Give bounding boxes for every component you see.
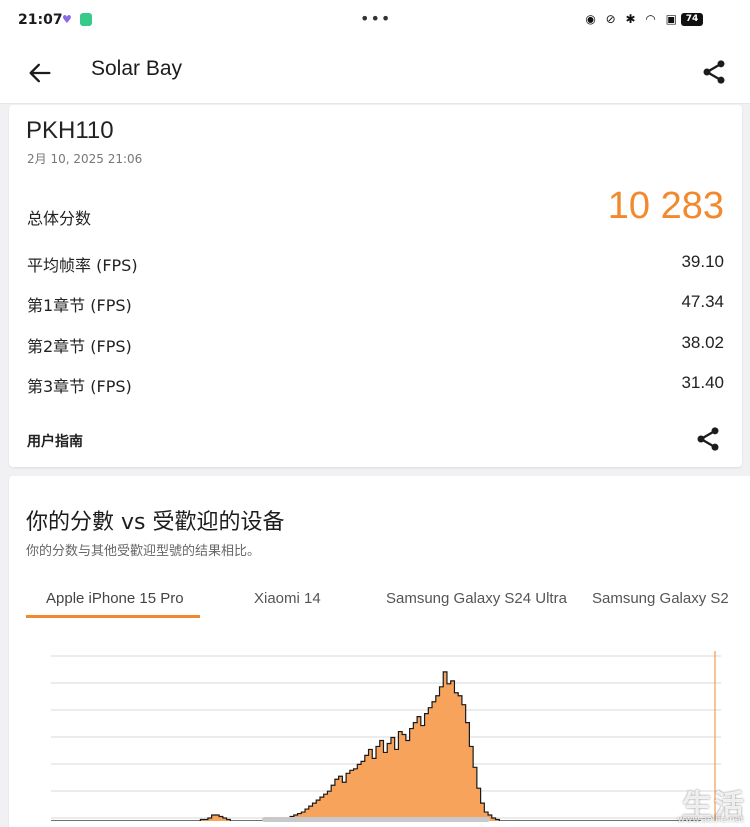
tab-apple-iphone-15-pro[interactable]: Apple iPhone 15 Pro [46, 590, 184, 607]
section1-fps-value: 47.34 [681, 292, 724, 311]
share-icon[interactable] [700, 58, 728, 86]
heart-icon: ♥ [62, 13, 72, 26]
app-bar: Solar Bay [0, 44, 750, 104]
more-dots-icon: ••• [360, 9, 392, 28]
status-bar: 21:07 ♥ ••• ◉ ⊘ ✱ ◠ ▣ 74 [0, 0, 750, 44]
device-name: PKH110 [26, 117, 114, 144]
battery-icon: 74 [681, 13, 703, 26]
section2-fps-label: 第2章节 (FPS) [27, 337, 132, 356]
score-value: 10 283 [607, 185, 724, 227]
active-tab-indicator [26, 615, 200, 618]
tab-samsung-galaxy-s2[interactable]: Samsung Galaxy S2 [592, 590, 729, 607]
share-icon[interactable] [694, 425, 722, 453]
section2-fps-value: 38.02 [681, 333, 724, 352]
avg-fps-value: 39.10 [681, 252, 724, 271]
comparison-title: 你的分數 vs 受歡迎的设备 [26, 510, 285, 535]
score-label: 总体分数 [27, 209, 92, 228]
test-date: 2月 10, 2025 21:06 [27, 152, 143, 166]
watermark-url: www.aelife.net [677, 815, 744, 825]
comparison-card: 你的分數 vs 受歡迎的设备 你的分数与其他受歡迎型號的结果相比。 Apple … [9, 476, 750, 827]
status-time: 21:07 [18, 12, 63, 28]
app-notification-icon [80, 13, 92, 26]
section3-fps-value: 31.40 [681, 373, 724, 392]
score-distribution-chart [51, 651, 721, 821]
back-arrow-icon[interactable] [26, 59, 54, 87]
tab-samsung-galaxy-s24-ultra[interactable]: Samsung Galaxy S24 Ultra [386, 590, 567, 607]
user-guide-link[interactable]: 用户指南 [27, 431, 83, 451]
status-icons: ◉ ⊘ ✱ ◠ ▣ [585, 12, 680, 26]
avg-fps-label: 平均帧率 (FPS) [27, 256, 138, 275]
section1-fps-label: 第1章节 (FPS) [27, 296, 132, 315]
section3-fps-label: 第3章节 (FPS) [27, 377, 132, 396]
result-card: PKH110 2月 10, 2025 21:06 总体分数 10 283 平均帧… [9, 105, 742, 467]
page-title: Solar Bay [91, 57, 183, 80]
home-indicator[interactable] [262, 817, 490, 822]
tab-xiaomi-14[interactable]: Xiaomi 14 [254, 590, 321, 607]
comparison-subtitle: 你的分数与其他受歡迎型號的结果相比。 [26, 544, 261, 559]
